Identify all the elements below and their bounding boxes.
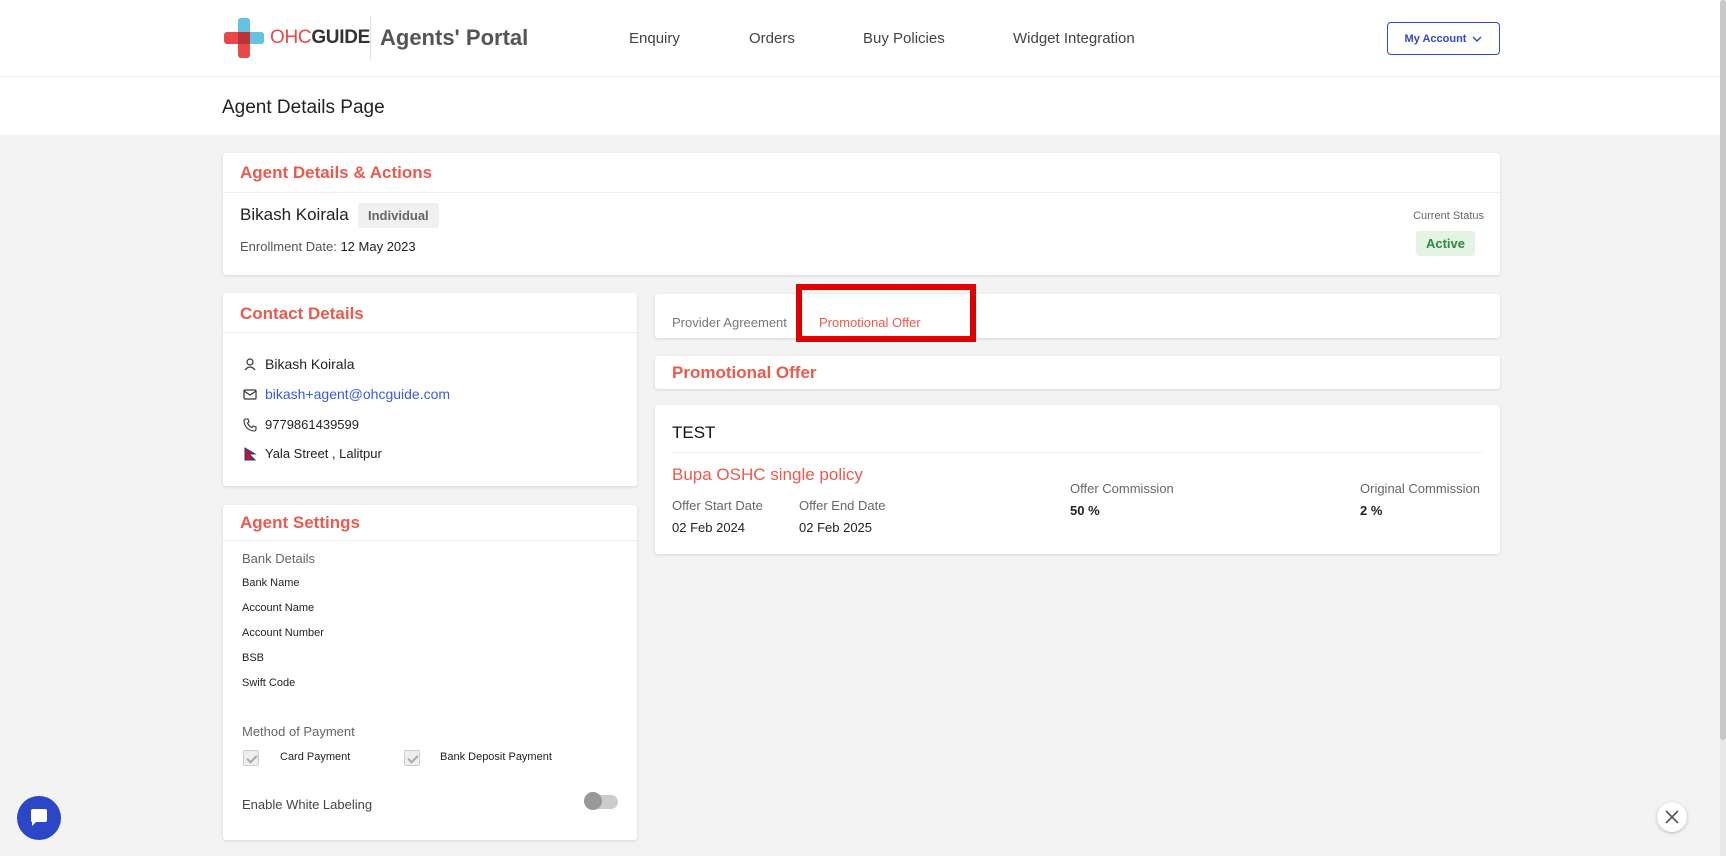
- divider: [223, 540, 637, 541]
- ohc-logo-icon[interactable]: [224, 18, 264, 58]
- nav-orders[interactable]: Orders: [749, 30, 795, 47]
- enrollment-label: Enrollment Date:: [240, 239, 337, 254]
- tabs-card: Provider Agreement Promotional Offer: [655, 294, 1500, 338]
- tab-provider-agreement[interactable]: Provider Agreement: [672, 315, 787, 330]
- offer-commission-label: Offer Commission: [1070, 481, 1174, 496]
- divider: [672, 452, 1483, 453]
- mail-icon: [243, 389, 257, 400]
- contact-name: Bikash Koirala: [265, 356, 355, 372]
- offer-end-label: Offer End Date: [799, 498, 886, 513]
- chat-button[interactable]: [17, 796, 61, 840]
- account-name-label: Account Name: [242, 602, 315, 614]
- page-header: Agent Details Page: [0, 77, 1726, 135]
- agent-name: Bikash Koirala: [240, 205, 349, 224]
- white-labeling-label: Enable White Labeling: [242, 797, 373, 812]
- white-labeling-toggle[interactable]: [584, 792, 618, 810]
- enrollment-date: Enrollment Date: 12 May 2023: [240, 239, 416, 254]
- agent-settings-title: Agent Settings: [240, 513, 360, 532]
- bank-deposit-label: Bank Deposit Payment: [440, 751, 552, 763]
- chat-bubble-icon: [31, 809, 47, 826]
- page-title: Agent Details Page: [222, 97, 385, 118]
- offer-start-label: Offer Start Date: [672, 498, 763, 513]
- offer-start-date: 02 Feb 2024: [672, 520, 746, 535]
- bank-details-label: Bank Details: [242, 551, 315, 566]
- agent-details-title: Agent Details & Actions: [240, 163, 433, 182]
- contact-details-title: Contact Details: [240, 304, 364, 323]
- offer-name: TEST: [672, 423, 716, 442]
- top-navbar: OHCGUIDE Agents' Portal Enquiry Orders B…: [0, 0, 1726, 77]
- contact-name-row: Bikash Koirala: [243, 356, 355, 372]
- promotional-offer-title: Promotional Offer: [672, 363, 817, 382]
- divider: [223, 192, 1500, 193]
- policy-name-link[interactable]: Bupa OSHC single policy: [672, 465, 863, 485]
- promotional-offer-header: Promotional Offer: [655, 356, 1500, 389]
- divider: [223, 332, 637, 333]
- status-label: Current Status: [1413, 210, 1484, 222]
- original-commission-value: 2 %: [1360, 503, 1383, 518]
- brand-wordmark[interactable]: OHCGUIDE: [270, 27, 370, 49]
- bank-deposit-checkbox[interactable]: [404, 750, 420, 766]
- nepal-flag-icon: [244, 446, 257, 460]
- contact-address: Yala Street , Lalitpur: [265, 446, 382, 461]
- highlight-box: [796, 284, 976, 342]
- card-payment-checkbox[interactable]: [243, 750, 259, 766]
- phone-icon: [243, 417, 257, 432]
- offer-commission-value: 50 %: [1070, 503, 1100, 518]
- bank-name-label: Bank Name: [242, 577, 300, 589]
- close-icon: [1665, 810, 1679, 824]
- contact-email-link[interactable]: bikash+agent@ohcguide.com: [265, 386, 450, 402]
- agent-type-badge: Individual: [358, 203, 439, 228]
- contact-phone: 9779861439599: [265, 417, 359, 432]
- nav-enquiry[interactable]: Enquiry: [629, 30, 680, 47]
- contact-address-row: Yala Street , Lalitpur: [243, 446, 382, 461]
- brand-divider: [370, 16, 371, 60]
- bsb-label: BSB: [242, 652, 265, 664]
- contact-phone-row: 9779861439599: [243, 417, 359, 432]
- portal-title: Agents' Portal: [380, 25, 529, 50]
- original-commission-label: Original Commission: [1360, 481, 1480, 496]
- my-account-label: My Account: [1404, 32, 1467, 45]
- my-account-button[interactable]: My Account: [1387, 22, 1500, 55]
- status-badge: Active: [1415, 231, 1475, 256]
- offer-end-date: 02 Feb 2025: [799, 520, 873, 535]
- contact-details-card: Contact Details Bikash Koirala bikash+ag…: [223, 293, 637, 486]
- card-payment-label: Card Payment: [280, 751, 351, 763]
- swift-code-label: Swift Code: [242, 677, 296, 689]
- close-button[interactable]: [1657, 802, 1687, 832]
- contact-email-row: bikash+agent@ohcguide.com: [243, 386, 450, 402]
- payment-method-label: Method of Payment: [242, 724, 355, 739]
- user-icon: [244, 358, 256, 371]
- offer-card: TEST Bupa OSHC single policy Offer Start…: [655, 405, 1500, 554]
- agent-details-card: Agent Details & Actions Bikash Koirala I…: [223, 153, 1500, 275]
- nav-widget-integration[interactable]: Widget Integration: [1013, 30, 1135, 47]
- scrollbar-thumb[interactable]: [1720, 0, 1726, 740]
- enrollment-value: 12 May 2023: [340, 239, 416, 254]
- agent-settings-card: Agent Settings Bank Details Bank Name Ac…: [223, 505, 637, 840]
- nav-buy-policies[interactable]: Buy Policies: [863, 30, 945, 47]
- chevron-down-icon: [1472, 36, 1482, 42]
- account-number-label: Account Number: [242, 627, 324, 639]
